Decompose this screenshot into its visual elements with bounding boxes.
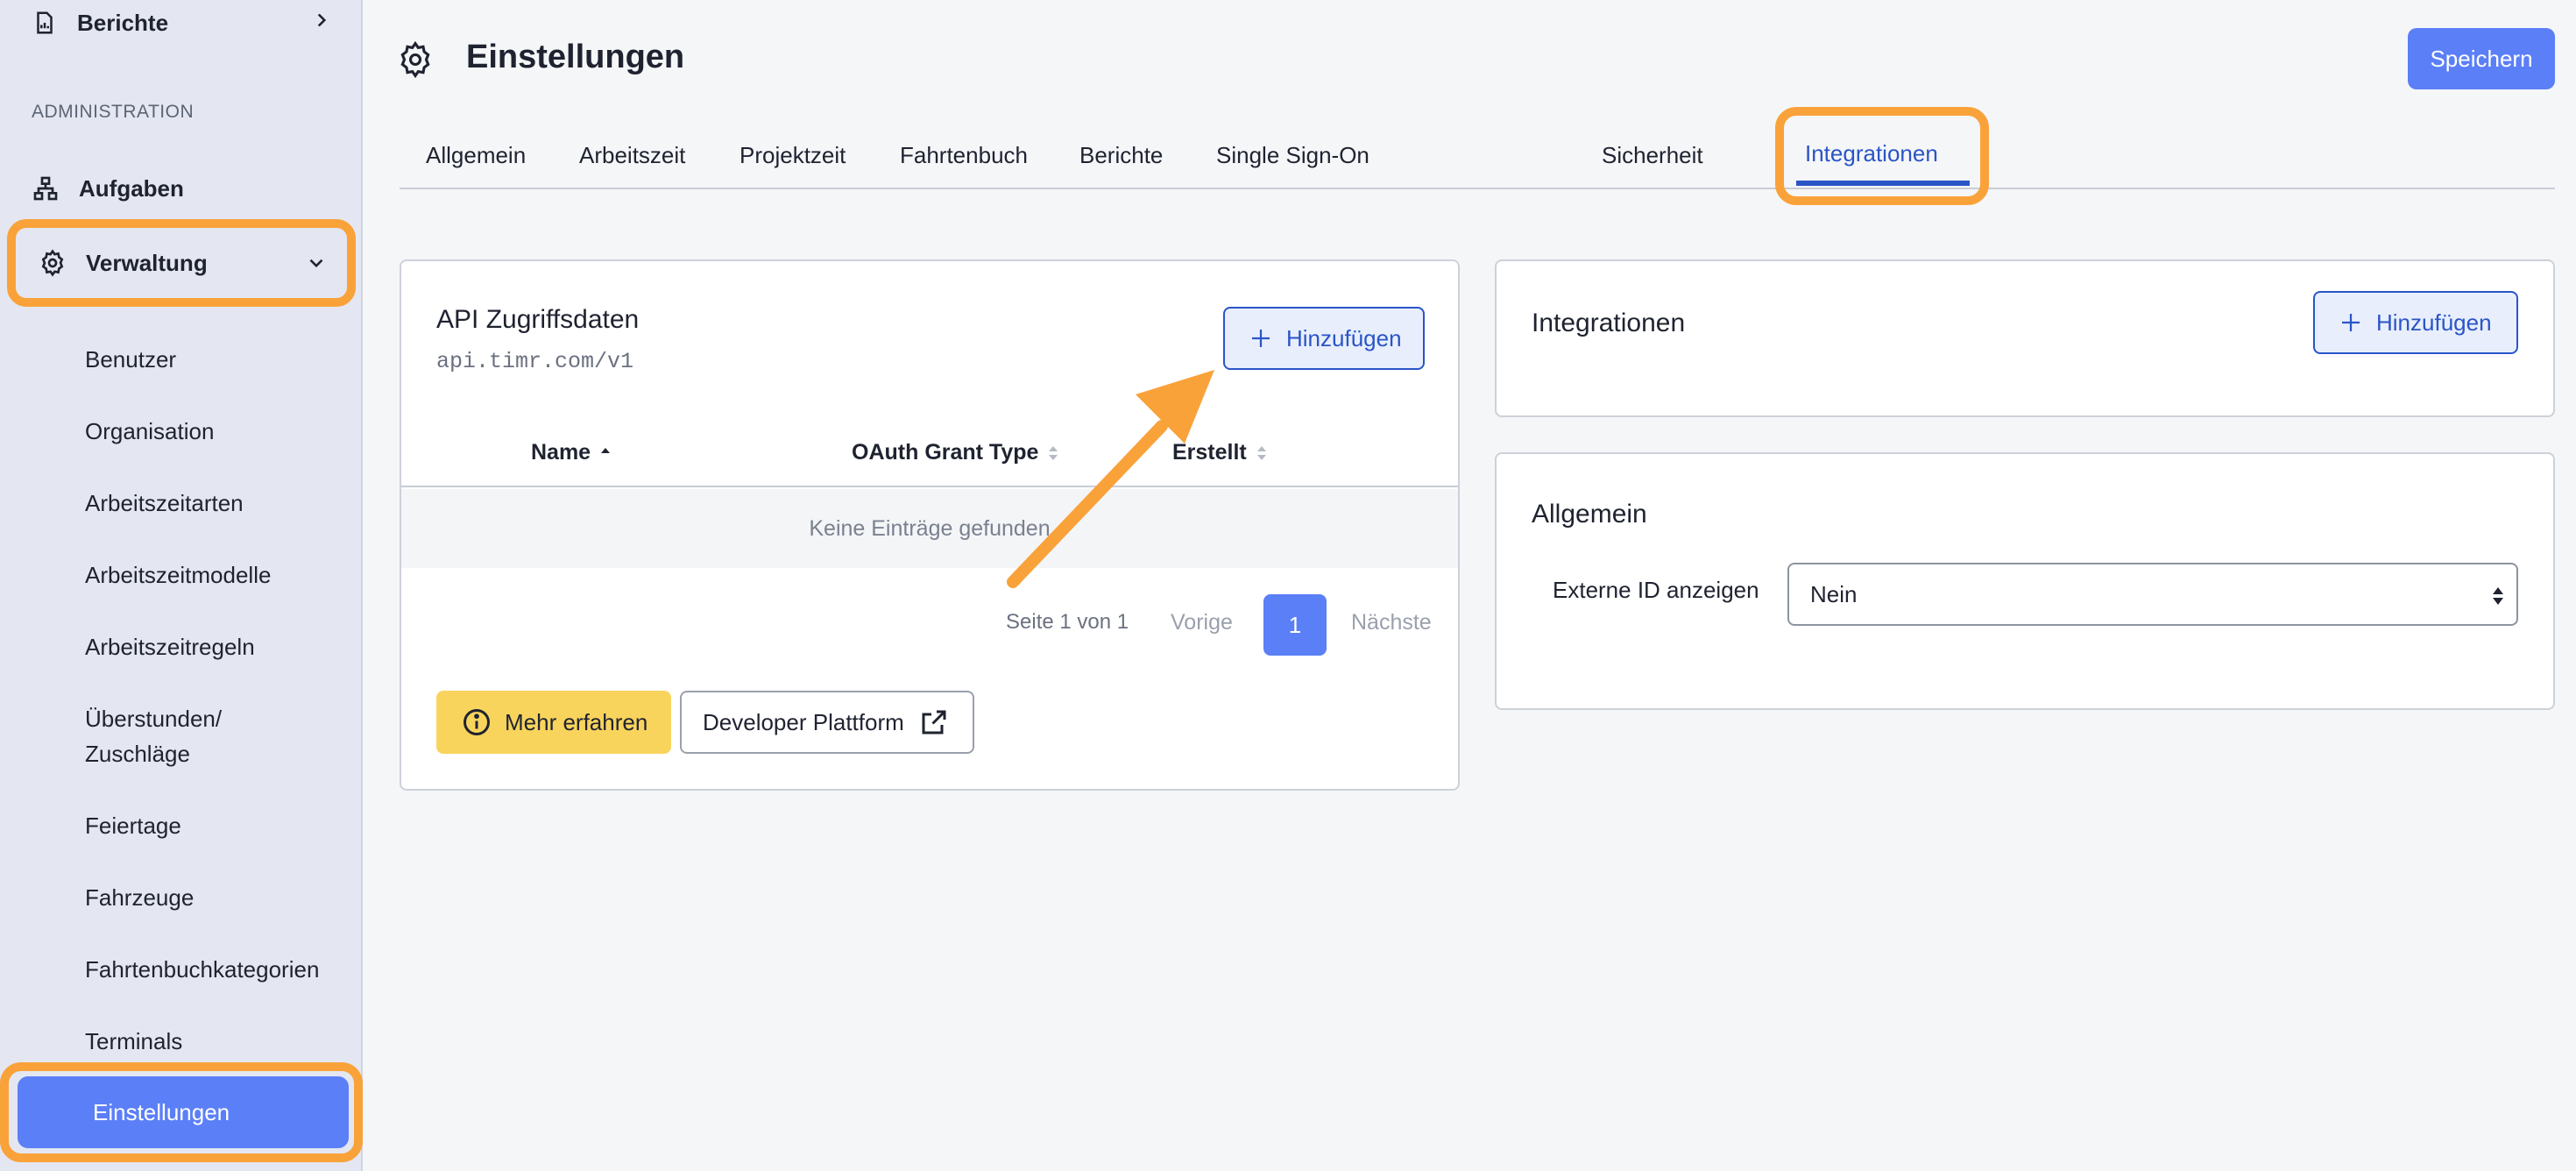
empty-table-row: Keine Einträge gefunden	[401, 489, 1458, 568]
integrations-card: Integrationen Hinzufügen	[1495, 259, 2555, 417]
sidebar-sub-zuschlaege[interactable]: Zuschläge	[85, 741, 190, 768]
button-label: Hinzufügen	[1286, 324, 1402, 351]
sort-icon	[1256, 445, 1266, 460]
sidebar-sub-benutzer[interactable]: Benutzer	[85, 346, 176, 373]
tab-projektzeit[interactable]: Projektzeit	[740, 142, 846, 169]
sidebar-sub-fahrzeuge[interactable]: Fahrzeuge	[85, 884, 194, 912]
external-id-select[interactable]: Nein	[1787, 563, 2518, 626]
column-header-erstellt[interactable]: Erstellt	[1172, 440, 1268, 465]
info-icon	[464, 709, 490, 735]
sidebar-sub-arbeitszeitarten[interactable]: Arbeitszeitarten	[85, 490, 244, 517]
card-title: Integrationen	[1532, 309, 1686, 337]
external-link-icon	[922, 710, 946, 735]
tab-berichte[interactable]: Berichte	[1079, 142, 1163, 169]
column-label: Name	[531, 440, 591, 465]
chevron-down-icon	[309, 259, 323, 268]
tab-single-sign-on[interactable]: Single Sign-On	[1216, 142, 1369, 169]
plus-icon	[2342, 314, 2360, 331]
sidebar-sub-fahrtenbuchkategorien[interactable]: Fahrtenbuchkategorien	[85, 956, 319, 983]
pagination-page-1[interactable]: 1	[1263, 594, 1327, 656]
sidebar-item-label: Aufgaben	[79, 174, 184, 202]
sidebar-sub-feiertage[interactable]: Feiertage	[85, 813, 181, 840]
highlight-frame: Einstellungen	[0, 1062, 363, 1162]
button-label: Mehr erfahren	[505, 708, 648, 735]
select-arrows-icon	[2493, 587, 2503, 605]
settings-tabs: Allgemein Arbeitszeit Projektzeit Fahrte…	[400, 107, 2555, 205]
external-id-label: Externe ID anzeigen	[1553, 577, 1759, 603]
plus-icon	[1252, 330, 1270, 347]
page-title: Einstellungen	[466, 39, 685, 75]
add-integration-button[interactable]: Hinzufügen	[2313, 291, 2518, 354]
select-value: Nein	[1810, 580, 1858, 607]
card-title: API Zugriffsdaten	[436, 305, 640, 334]
sidebar-item-label: Berichte	[77, 9, 169, 36]
table-header: Name OAuth Grant Type Erstellt	[401, 428, 1458, 487]
sidebar-item-label: Verwaltung	[86, 249, 208, 276]
sidebar-sub-terminals[interactable]: Terminals	[85, 1028, 182, 1055]
chevron-right-icon	[317, 13, 327, 27]
sort-icon	[1049, 445, 1058, 460]
sidebar-sub-einstellungen[interactable]: Einstellungen	[18, 1076, 349, 1148]
pagination-next[interactable]: Nächste	[1351, 610, 1432, 635]
sidebar-item-berichte[interactable]: Berichte	[0, 0, 363, 46]
active-tab-indicator	[1796, 181, 1970, 186]
tab-sicherheit[interactable]: Sicherheit	[1602, 142, 1703, 169]
add-api-credential-button[interactable]: Hinzufügen	[1223, 307, 1425, 370]
pagination-prev[interactable]: Vorige	[1171, 610, 1233, 635]
button-label: Hinzufügen	[2376, 309, 2492, 336]
card-title: Allgemein	[1532, 500, 1647, 529]
gear-icon	[41, 249, 64, 277]
developer-platform-button[interactable]: Developer Plattform	[680, 691, 974, 754]
api-credentials-card: API Zugriffsdaten api.timr.com/v1 Hinzuf…	[400, 259, 1460, 791]
sidebar-sub-arbeitszeitmodelle[interactable]: Arbeitszeitmodelle	[85, 562, 271, 589]
column-label: OAuth Grant Type	[852, 440, 1039, 465]
api-url: api.timr.com/v1	[436, 349, 634, 374]
column-label: Erstellt	[1172, 440, 1247, 465]
tab-integrationen[interactable]: Integrationen	[1805, 140, 1938, 167]
report-icon	[37, 11, 53, 34]
sidebar: Berichte ADMINISTRATION Aufgaben Verwalt…	[0, 0, 363, 1171]
column-header-oauth-grant-type[interactable]: OAuth Grant Type	[852, 440, 1059, 465]
section-label-administration: ADMINISTRATION	[32, 102, 195, 122]
tab-allgemein[interactable]: Allgemein	[426, 142, 526, 169]
sidebar-item-aufgaben[interactable]: Aufgaben	[0, 162, 363, 215]
button-label: Developer Plattform	[703, 708, 904, 735]
tab-fahrtenbuch[interactable]: Fahrtenbuch	[900, 142, 1028, 169]
column-header-name[interactable]: Name	[531, 440, 612, 465]
general-card: Allgemein Externe ID anzeigen Nein	[1495, 452, 2555, 710]
learn-more-button[interactable]: Mehr erfahren	[436, 691, 671, 754]
sidebar-item-verwaltung[interactable]: Verwaltung	[7, 219, 356, 307]
hierarchy-icon	[33, 176, 58, 201]
gear-icon	[400, 40, 430, 79]
pagination-info: Seite 1 von 1	[1006, 610, 1129, 634]
sidebar-sub-ueberstunden[interactable]: Überstunden/	[85, 706, 222, 733]
tab-arbeitszeit[interactable]: Arbeitszeit	[579, 142, 685, 169]
save-button[interactable]: Speichern	[2408, 28, 2555, 89]
sort-asc-icon	[601, 447, 611, 453]
sidebar-sub-arbeitszeitregeln[interactable]: Arbeitszeitregeln	[85, 634, 255, 661]
highlight-frame: Integrationen	[1775, 107, 1989, 205]
sidebar-sub-organisation[interactable]: Organisation	[85, 418, 214, 445]
